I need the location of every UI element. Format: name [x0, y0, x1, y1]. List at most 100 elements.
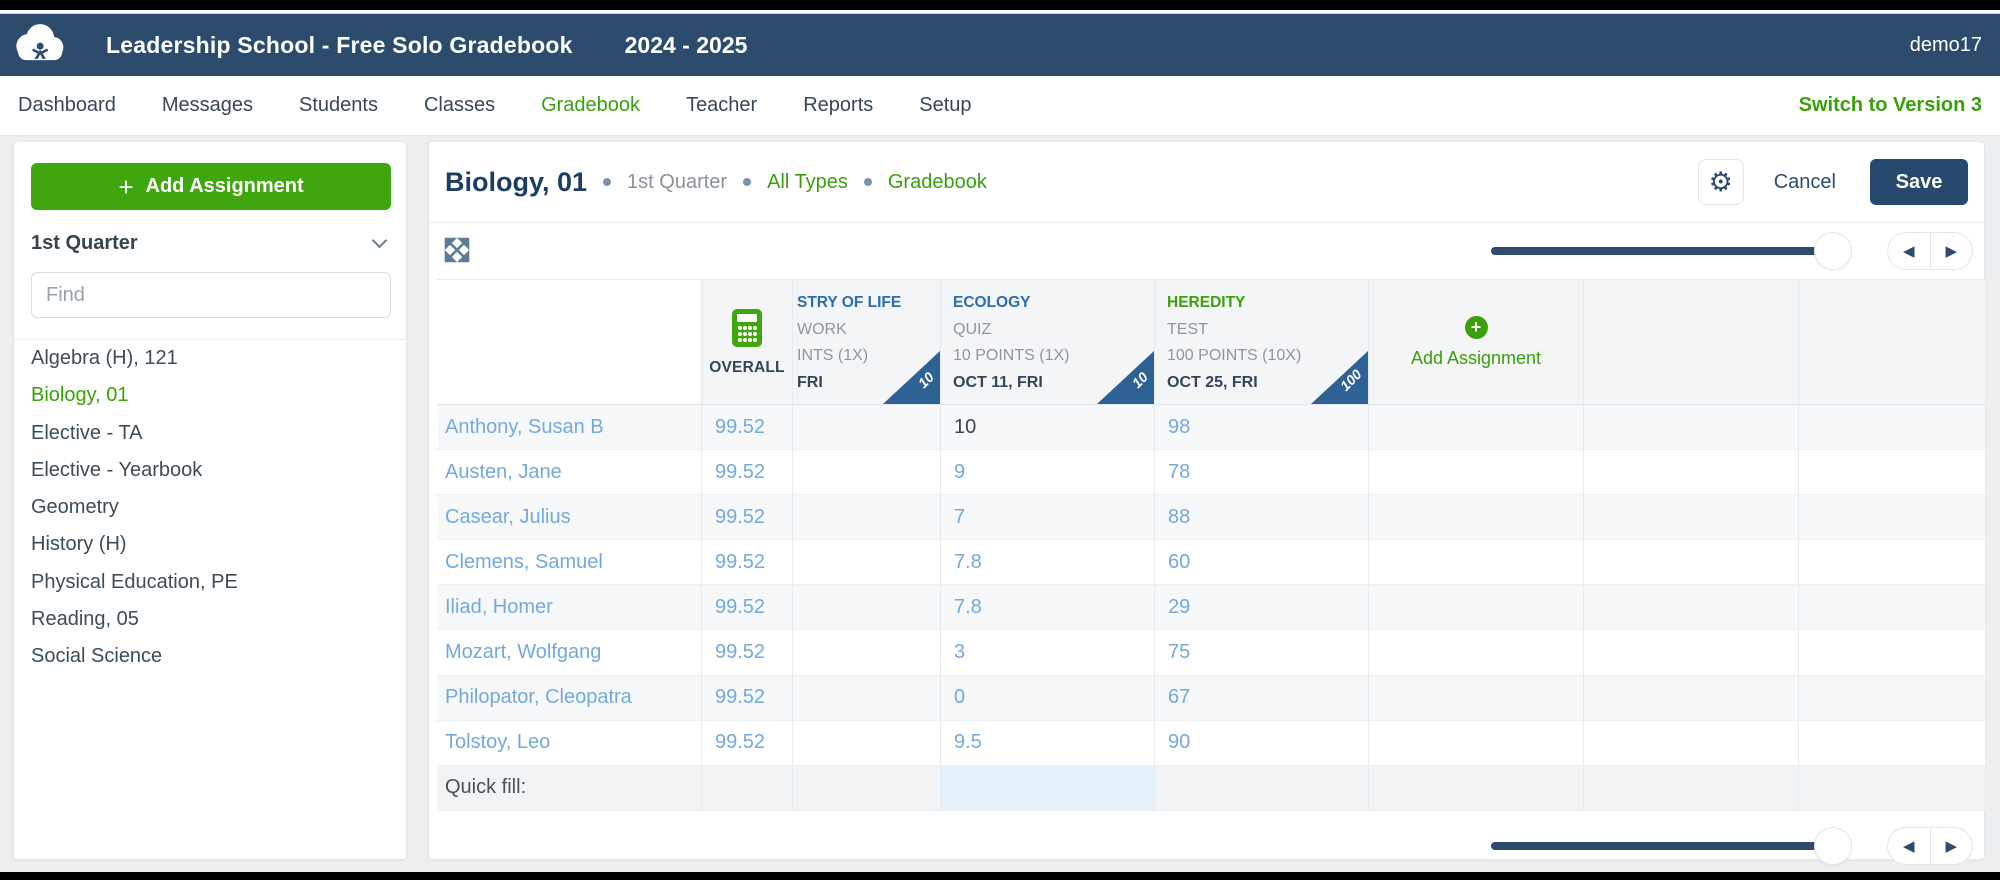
grade-cell-ecology[interactable]: 0: [941, 675, 1155, 720]
nav-item-students[interactable]: Students: [299, 94, 378, 117]
switch-version-link[interactable]: Switch to Version 3: [1799, 94, 1982, 117]
quick-fill-cell-ecology-selected[interactable]: [941, 765, 1155, 811]
grade-cell[interactable]: [793, 585, 941, 630]
nav-item-teacher[interactable]: Teacher: [686, 94, 757, 117]
find-input[interactable]: [31, 272, 391, 318]
save-button[interactable]: Save: [1870, 159, 1968, 205]
arrow-left-icon: ◀: [1902, 838, 1915, 855]
grade-cell: [1799, 495, 1986, 540]
grade-cell-heredity[interactable]: 75: [1155, 630, 1369, 675]
student-name-link[interactable]: Mozart, Wolfgang: [437, 630, 702, 675]
student-name-link[interactable]: Austen, Jane: [437, 450, 702, 495]
grade-cell[interactable]: [1369, 495, 1584, 540]
grade-cell[interactable]: [1369, 675, 1584, 720]
grade-cell[interactable]: [1369, 450, 1584, 495]
expand-grid-icon[interactable]: [444, 237, 470, 263]
scrollbar-thumb[interactable]: [1814, 232, 1852, 270]
grade-cell-heredity[interactable]: 60: [1155, 540, 1369, 585]
assignment-title[interactable]: STRY OF LIFE: [797, 290, 940, 317]
username[interactable]: demo17: [1910, 34, 1982, 57]
page-right-button[interactable]: ▶: [1931, 233, 1973, 269]
grade-cell-ecology[interactable]: 7.8: [941, 585, 1155, 630]
grade-cell[interactable]: [1369, 540, 1584, 585]
grade-cell: [1799, 720, 1986, 765]
class-list-item-elective-yearbook[interactable]: Elective - Yearbook: [14, 452, 406, 489]
class-list-item-social-science[interactable]: Social Science: [14, 638, 406, 675]
table-row: Clemens, Samuel 99.52 7.8 60: [437, 540, 1986, 586]
quick-fill-cell[interactable]: [1155, 765, 1369, 811]
grade-cell-heredity[interactable]: 78: [1155, 450, 1369, 495]
class-list-item-elective-ta[interactable]: Elective - TA: [14, 415, 406, 452]
grade-cell[interactable]: [793, 675, 941, 720]
grade-cell-ecology[interactable]: 10: [941, 405, 1155, 450]
gradebook-header: Biology, 01 1st Quarter All Types Gradeb…: [429, 142, 1984, 223]
quick-fill-cell: [1799, 765, 1986, 811]
plus-icon: +: [118, 171, 134, 202]
add-assignment-column-header[interactable]: + Add Assignment: [1369, 280, 1584, 404]
quick-fill-row: Quick fill:: [437, 765, 1986, 811]
assignment-header-ecology[interactable]: ECOLOGY QUIZ 10 POINTS (1X) OCT 11, FRI …: [941, 280, 1155, 404]
student-name-link[interactable]: Philopator, Cleopatra: [437, 675, 702, 720]
grade-cell-heredity[interactable]: 90: [1155, 720, 1369, 765]
class-list-item-algebra[interactable]: Algebra (H), 121: [14, 340, 406, 377]
student-name-link[interactable]: Clemens, Samuel: [437, 540, 702, 585]
crumb-gradebook[interactable]: Gradebook: [888, 171, 987, 194]
nav-item-messages[interactable]: Messages: [162, 94, 253, 117]
grade-cell[interactable]: [1369, 405, 1584, 450]
class-sidebar: + Add Assignment 1st Quarter Algebra (H)…: [13, 141, 407, 860]
page-left-button[interactable]: ◀: [1888, 233, 1931, 269]
class-list-item-biology[interactable]: Biology, 01: [14, 377, 406, 414]
crumb-quarter[interactable]: 1st Quarter: [627, 171, 727, 194]
student-name-link[interactable]: Tolstoy, Leo: [437, 720, 702, 765]
nav-item-reports[interactable]: Reports: [803, 94, 873, 117]
grade-cell[interactable]: [793, 630, 941, 675]
student-name-link[interactable]: Anthony, Susan B: [437, 405, 702, 450]
page-left-button[interactable]: ◀: [1888, 828, 1931, 864]
grade-cell-heredity[interactable]: 98: [1155, 405, 1369, 450]
settings-button[interactable]: ⚙: [1697, 159, 1744, 205]
class-list-item-reading[interactable]: Reading, 05: [14, 601, 406, 638]
grade-cell-ecology[interactable]: 9: [941, 450, 1155, 495]
quick-fill-cell[interactable]: [1369, 765, 1584, 811]
grade-cell[interactable]: [793, 720, 941, 765]
scrollbar-thumb[interactable]: [1814, 827, 1852, 865]
class-list-item-history[interactable]: History (H): [14, 526, 406, 563]
grade-cell-heredity[interactable]: 29: [1155, 585, 1369, 630]
grade-cell-ecology[interactable]: 7.8: [941, 540, 1155, 585]
nav-item-setup[interactable]: Setup: [919, 94, 971, 117]
quarter-selector[interactable]: 1st Quarter: [31, 226, 391, 260]
class-list-item-pe[interactable]: Physical Education, PE: [14, 564, 406, 601]
grade-cell-heredity[interactable]: 88: [1155, 495, 1369, 540]
page-right-button[interactable]: ▶: [1931, 828, 1973, 864]
grade-cell[interactable]: [793, 450, 941, 495]
scrollbar-track[interactable]: [1491, 842, 1834, 850]
grade-cell[interactable]: [1369, 720, 1584, 765]
student-name-link[interactable]: Casear, Julius: [437, 495, 702, 540]
assignment-header-heredity[interactable]: HEREDITY TEST 100 POINTS (10X) OCT 25, F…: [1155, 280, 1369, 404]
grade-cell[interactable]: [793, 495, 941, 540]
add-assignment-button[interactable]: + Add Assignment: [31, 163, 391, 210]
grade-cell-ecology[interactable]: 7: [941, 495, 1155, 540]
quick-fill-cell[interactable]: [793, 765, 941, 811]
grade-cell: [1799, 450, 1986, 495]
assignment-title[interactable]: HEREDITY: [1167, 290, 1368, 317]
crumb-all-types[interactable]: All Types: [767, 171, 848, 194]
scrollbar-track[interactable]: [1491, 247, 1834, 255]
grade-cell[interactable]: [793, 405, 941, 450]
nav-item-gradebook[interactable]: Gradebook: [541, 94, 640, 117]
student-name-link[interactable]: Iliad, Homer: [437, 585, 702, 630]
cancel-button[interactable]: Cancel: [1774, 171, 1836, 194]
nav-item-dashboard[interactable]: Dashboard: [18, 94, 116, 117]
assignment-title[interactable]: ECOLOGY: [953, 290, 1154, 317]
grade-cell[interactable]: [793, 540, 941, 585]
grade-cell: [1584, 405, 1799, 450]
grades-table: OVERALL STRY OF LIFE WORK INTS (1X) FRI …: [437, 279, 1986, 811]
assignment-header-history-of-life[interactable]: STRY OF LIFE WORK INTS (1X) FRI 10: [793, 280, 941, 404]
grade-cell[interactable]: [1369, 585, 1584, 630]
class-list-item-geometry[interactable]: Geometry: [14, 489, 406, 526]
nav-item-classes[interactable]: Classes: [424, 94, 495, 117]
grade-cell-heredity[interactable]: 67: [1155, 675, 1369, 720]
grade-cell-ecology[interactable]: 9.5: [941, 720, 1155, 765]
grade-cell-ecology[interactable]: 3: [941, 630, 1155, 675]
grade-cell[interactable]: [1369, 630, 1584, 675]
